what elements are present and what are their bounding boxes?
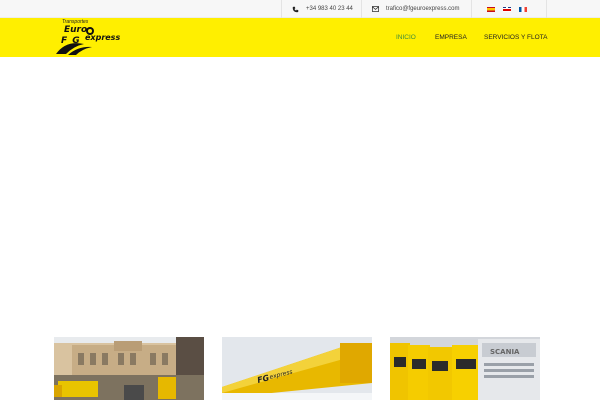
thumbnail-trailer[interactable]: FG express	[222, 337, 372, 400]
thumbnail-fleet[interactable]: SCANIA	[390, 337, 540, 400]
building-trucks-image	[54, 337, 204, 400]
hero-area	[0, 57, 600, 337]
flag-france-icon[interactable]	[519, 6, 527, 12]
language-switcher	[471, 0, 547, 18]
nav-servicios-y-flota[interactable]: SERVICIOS Y FLOTA	[484, 18, 547, 57]
thumbnail-building[interactable]	[54, 337, 204, 400]
phone-icon	[292, 6, 299, 12]
envelope-icon	[372, 6, 379, 12]
logo-fg: F G	[61, 36, 81, 46]
nav-empresa[interactable]: EMPRESA	[435, 18, 467, 57]
logo[interactable]: Transportes Euro F G express	[52, 18, 128, 57]
top-bar: +34 983 40 23 44 trafico@fgeuroexpress.c…	[0, 0, 600, 18]
yellow-trailer-image: FG express	[222, 337, 372, 400]
flag-spain-icon[interactable]	[487, 6, 495, 12]
topbar-phone[interactable]: +34 983 40 23 44	[281, 0, 361, 18]
logo-euro: Euro	[64, 25, 88, 35]
logo-express: express	[85, 33, 121, 42]
phone-number[interactable]: +34 983 40 23 44	[306, 6, 353, 12]
nav-inicio[interactable]: INICIO	[396, 18, 416, 57]
topbar-email[interactable]: trafico@fgeuroexpress.com	[361, 0, 471, 18]
email-address[interactable]: trafico@fgeuroexpress.com	[386, 6, 459, 12]
flag-uk-icon[interactable]	[503, 6, 511, 12]
svg-text:SCANIA: SCANIA	[490, 348, 520, 356]
truck-fleet-image: SCANIA	[390, 337, 540, 400]
